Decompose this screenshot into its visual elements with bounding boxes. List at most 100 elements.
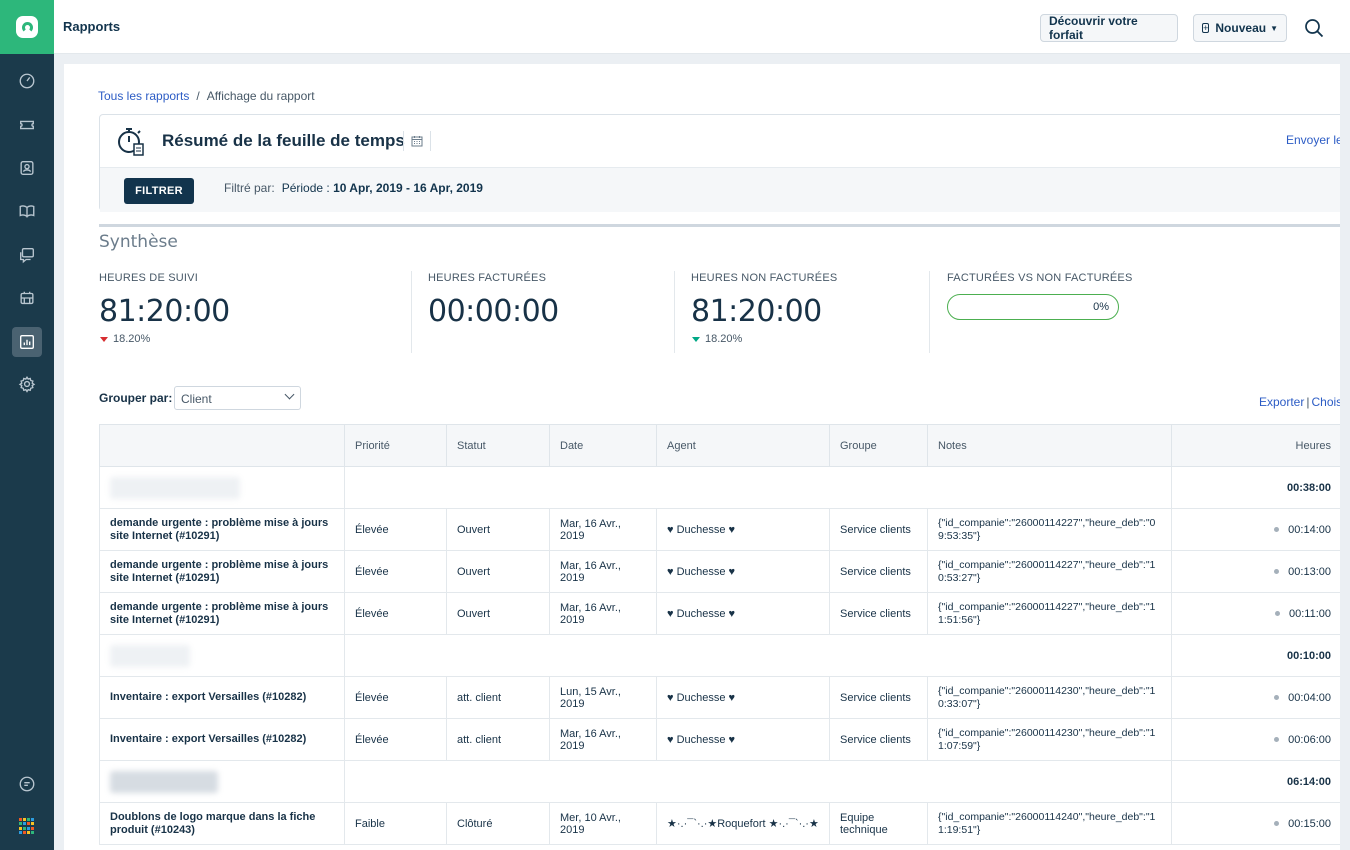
redacted-client-name [110,770,218,793]
app-logo[interactable] [0,0,54,54]
table-row: Inventaire : export Versailles (#10282) … [99,676,1340,719]
calendar-icon[interactable] [403,131,431,151]
column-header[interactable]: Date [549,424,657,467]
page-title: Rapports [63,19,121,34]
period-label: Période : [281,181,330,195]
hours-value: 00:14:00 [1288,523,1331,536]
status-dot-icon [1274,737,1280,743]
ticket-link[interactable]: Inventaire : export Versailles (#10282) [99,676,345,719]
filter-summary: Filtré par: Période : 10 Apr, 2019 - 16 A… [224,181,483,195]
group-client-name [99,466,345,509]
apps-grid-icon[interactable] [19,818,35,834]
notes-cell: {"id_companie":"26000114227","heure_deb"… [927,592,1172,635]
choose-columns-link[interactable]: Chois [1311,395,1340,409]
notes-cell: {"id_companie":"26000114227","heure_deb"… [927,550,1172,593]
metric-change: 18.20% [691,333,837,345]
discover-plan-button[interactable]: Découvrir votre forfait [1040,14,1178,42]
hours-cell: 00:06:00 [1171,718,1340,761]
ticket-link[interactable]: Inventaire : export Versailles (#10282) [99,718,345,761]
breadcrumb-all-reports[interactable]: Tous les rapports [98,89,189,103]
column-header [99,424,345,467]
column-header[interactable]: Notes [927,424,1172,467]
notes-cell: {"id_companie":"26000114230","heure_deb"… [927,718,1172,761]
status-dot-icon [1274,569,1280,575]
hours-value: 00:13:00 [1288,565,1331,578]
metric-label: FACTURÉES VS NON FACTURÉES [947,272,1133,284]
agent-cell: ♥ Duchesse ♥ [656,676,830,719]
column-header[interactable]: Priorité [344,424,447,467]
metric-divider [674,271,675,353]
group-cell: Service clients [829,676,928,719]
agent-cell: ♥ Duchesse ♥ [656,592,830,635]
hours-value: 00:04:00 [1288,691,1331,704]
stopwatch-icon [118,128,144,156]
knowledge-base-icon[interactable] [0,194,54,228]
filter-button[interactable]: FILTRER [124,178,194,204]
top-header: Rapports Découvrir votre forfait + Nouve… [54,0,1350,54]
date-cell: Mar, 16 Avr., 2019 [549,718,657,761]
notes-cell: {"id_companie":"26000114230","heure_deb"… [927,676,1172,719]
group-by-label: Grouper par: [99,391,173,405]
status-dot-icon [1274,821,1280,827]
settings-icon[interactable] [0,367,54,401]
report-content: Tous les rapports / Affichage du rapport R… [64,64,1340,850]
forums-icon[interactable] [0,238,54,272]
filtered-by-label: Filtré par: [224,181,275,195]
metric-value: 00:00:00 [428,294,559,329]
group-cell: Service clients [829,718,928,761]
table-row: Inventaire : export Versailles (#10282) … [99,718,1340,761]
metric-tracked-hours: HEURES DE SUIVI 81:20:00 18.20% [99,272,230,345]
group-by-select[interactable]: Client [174,386,301,410]
trend-down-icon [692,336,700,342]
dashboard-icon[interactable] [0,64,54,98]
group-cell: Equipe technique [829,802,928,845]
status-cell: att. client [446,718,550,761]
metric-billed-vs-unbilled: FACTURÉES VS NON FACTURÉES 0% [947,272,1133,320]
column-header[interactable]: Groupe [829,424,928,467]
hours-cell: 00:15:00 [1171,802,1340,845]
trend-down-icon [100,336,108,342]
progress-value: 0% [1093,301,1109,313]
column-header[interactable]: Heures [1171,424,1340,467]
table-row: Doublons de logo marque dans la fiche pr… [99,802,1340,845]
summary-title: Synthèse [99,232,178,252]
ticket-link[interactable]: demande urgente : problème mise à jours … [99,550,345,593]
column-header[interactable]: Agent [656,424,830,467]
send-report-link[interactable]: Envoyer le [1286,133,1340,147]
breadcrumb-separator: / [196,89,200,103]
bots-icon[interactable] [0,281,54,315]
contacts-icon[interactable] [0,151,54,185]
group-row: 00:38:00 [99,466,1340,509]
ticket-link[interactable]: Doublons de logo marque dans la fiche pr… [99,802,345,845]
status-cell: Ouvert [446,592,550,635]
export-link[interactable]: Exporter [1259,395,1304,409]
new-button-label: Nouveau [1215,21,1267,35]
metric-change-value: 18.20% [113,333,151,345]
date-cell: Lun, 15 Avr., 2019 [549,676,657,719]
chat-icon[interactable] [0,767,54,801]
priority-cell: Élevée [344,676,447,719]
group-row: 06:14:00 [99,760,1340,803]
search-icon[interactable] [1304,18,1324,38]
tickets-icon[interactable] [0,108,54,142]
priority-cell: Élevée [344,508,447,551]
priority-cell: Faible [344,802,447,845]
metric-label: HEURES NON FACTURÉES [691,272,838,284]
agent-cell: ♥ Duchesse ♥ [656,718,830,761]
ticket-link[interactable]: demande urgente : problème mise à jours … [99,592,345,635]
metric-label: HEURES FACTURÉES [428,272,547,284]
column-header[interactable]: Statut [446,424,550,467]
reports-icon[interactable] [0,325,54,359]
ticket-link[interactable]: demande urgente : problème mise à jours … [99,508,345,551]
date-cell: Mer, 10 Avr., 2019 [549,802,657,845]
agent-cell: ★·.·¯`·.·★Roquefort ★·.·¯`·.·★ [656,802,830,845]
table-header-row: Priorité Statut Date Agent Groupe Notes … [99,424,1340,467]
redacted-client-name [110,644,190,667]
agent-cell: ♥ Duchesse ♥ [656,550,830,593]
group-total-hours: 00:10:00 [1171,634,1340,677]
new-button[interactable]: + Nouveau ▼ [1193,14,1287,42]
date-cell: Mar, 16 Avr., 2019 [549,550,657,593]
billed-ratio-progress: 0% [947,294,1119,320]
metric-billed-hours: HEURES FACTURÉES 00:00:00 [428,272,559,329]
period-value: 10 Apr, 2019 - 16 Apr, 2019 [333,181,483,195]
